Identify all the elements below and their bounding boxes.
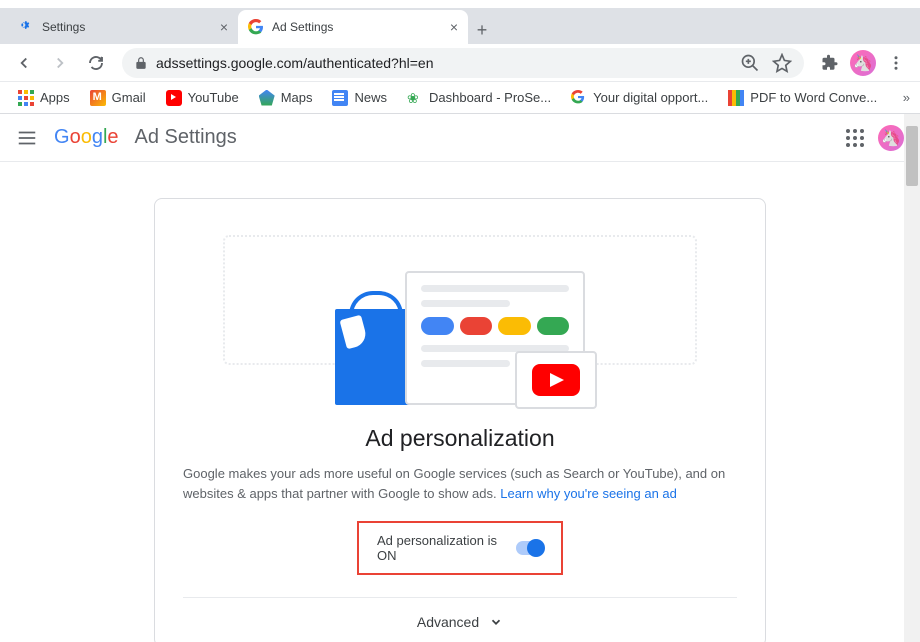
maps-icon bbox=[259, 90, 275, 106]
star-icon[interactable] bbox=[772, 53, 792, 73]
browser-toolbar: adssettings.google.com/authenticated?hl=… bbox=[0, 44, 920, 82]
hamburger-icon[interactable] bbox=[16, 127, 38, 149]
reload-button[interactable] bbox=[80, 47, 112, 79]
zoom-icon[interactable] bbox=[740, 53, 760, 73]
tab-close-icon[interactable]: × bbox=[450, 19, 458, 35]
bookmark-maps[interactable]: Maps bbox=[251, 86, 321, 110]
forward-button[interactable] bbox=[44, 47, 76, 79]
page-title: Ad Settings bbox=[135, 126, 237, 149]
card-description: Google makes your ads more useful on Goo… bbox=[183, 464, 737, 503]
tab-title: Settings bbox=[42, 20, 85, 34]
apps-label: Apps bbox=[40, 90, 70, 105]
card-heading: Ad personalization bbox=[183, 425, 737, 452]
ad-personalization-card: Ad personalization Google makes your ads… bbox=[154, 198, 766, 642]
menu-icon[interactable] bbox=[880, 47, 912, 79]
scroll-thumb[interactable] bbox=[906, 126, 918, 186]
toggle-label: Ad personalization is ON bbox=[377, 533, 506, 563]
scrollbar[interactable] bbox=[904, 114, 920, 642]
learn-why-link[interactable]: Learn why you're seeing an ad bbox=[500, 486, 677, 501]
bookmark-dashboard[interactable]: ❀Dashboard - ProSe... bbox=[399, 86, 559, 110]
bookmark-news[interactable]: News bbox=[324, 86, 395, 110]
bookmark-pdf[interactable]: PDF to Word Conve... bbox=[720, 86, 885, 110]
gear-icon bbox=[18, 19, 34, 35]
extensions-icon[interactable] bbox=[814, 47, 846, 79]
profile-avatar[interactable]: 🦄 bbox=[850, 50, 876, 76]
bookmark-digital[interactable]: Your digital opport... bbox=[563, 86, 716, 110]
new-tab-button[interactable]: + bbox=[468, 16, 496, 44]
tab-title: Ad Settings bbox=[272, 20, 333, 34]
google-apps-icon[interactable] bbox=[846, 129, 864, 147]
tab-strip: Settings × Ad Settings × + bbox=[0, 8, 920, 44]
address-bar[interactable]: adssettings.google.com/authenticated?hl=… bbox=[122, 48, 804, 78]
tab-close-icon[interactable]: × bbox=[220, 19, 228, 35]
tab-settings[interactable]: Settings × bbox=[8, 10, 238, 44]
google-logo: Google bbox=[54, 126, 119, 149]
account-avatar[interactable]: 🦄 bbox=[878, 125, 904, 151]
dashboard-icon: ❀ bbox=[407, 90, 423, 106]
google-g-icon bbox=[571, 90, 587, 106]
bookmarks-overflow[interactable]: » bbox=[903, 90, 910, 105]
tab-ad-settings[interactable]: Ad Settings × bbox=[238, 10, 468, 44]
bookmarks-bar: Apps Gmail YouTube Maps News ❀Dashboard … bbox=[0, 82, 920, 114]
youtube-mock-icon bbox=[515, 351, 597, 409]
shopping-bag-icon bbox=[335, 309, 413, 405]
pdf-icon bbox=[728, 90, 744, 106]
personalization-toggle[interactable] bbox=[516, 541, 543, 555]
url-text: adssettings.google.com/authenticated?hl=… bbox=[156, 55, 433, 71]
youtube-icon bbox=[166, 90, 182, 106]
apps-shortcut[interactable]: Apps bbox=[10, 86, 78, 110]
page-header: Google Ad Settings 🦄 bbox=[0, 114, 920, 162]
lock-icon bbox=[134, 56, 148, 70]
gmail-icon bbox=[90, 90, 106, 106]
chevron-down-icon bbox=[489, 615, 503, 629]
google-icon bbox=[248, 19, 264, 35]
illustration bbox=[183, 227, 737, 405]
apps-grid-icon bbox=[18, 90, 34, 106]
back-button[interactable] bbox=[8, 47, 40, 79]
bookmark-youtube[interactable]: YouTube bbox=[158, 86, 247, 110]
news-icon bbox=[332, 90, 348, 106]
bookmark-gmail[interactable]: Gmail bbox=[82, 86, 154, 110]
advanced-toggle[interactable]: Advanced bbox=[183, 598, 737, 642]
personalization-toggle-box: Ad personalization is ON bbox=[357, 521, 563, 575]
